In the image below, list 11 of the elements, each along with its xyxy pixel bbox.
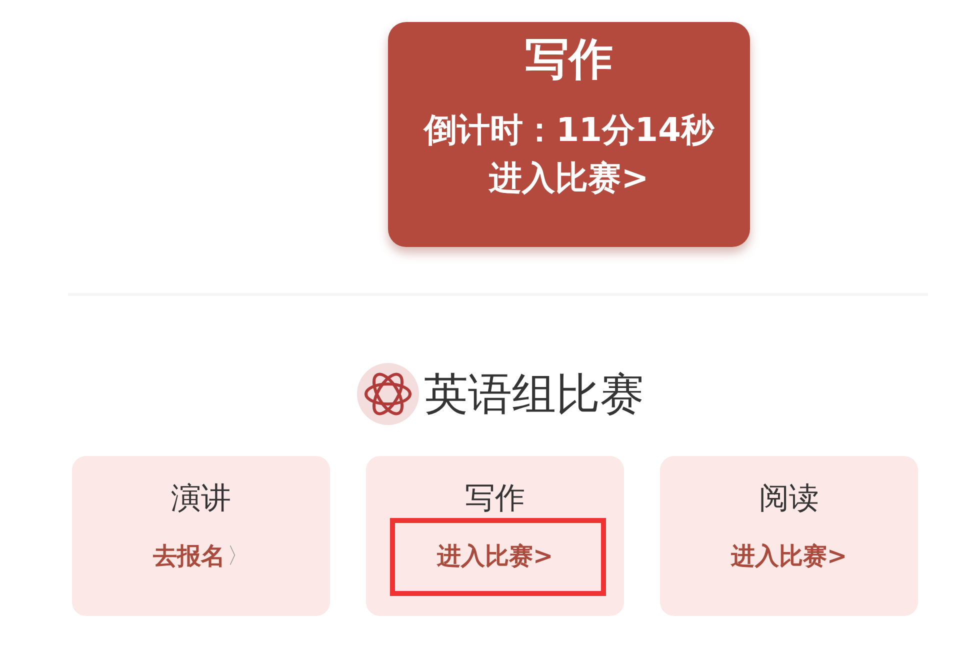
contest-link[interactable]: 进入比赛> bbox=[436, 540, 554, 572]
section-title: 英语组比赛 bbox=[424, 368, 644, 422]
contest-title: 演讲 bbox=[171, 482, 231, 516]
contest-title: 阅读 bbox=[759, 482, 819, 516]
countdown-text: 倒计时：11分14秒 bbox=[424, 109, 714, 151]
contest-link[interactable]: 进入比赛> bbox=[730, 540, 848, 572]
enter-contest-link[interactable]: 进入比赛> bbox=[485, 156, 653, 201]
atom-logo-icon bbox=[356, 362, 420, 426]
contest-link[interactable]: 去报名〉 bbox=[153, 540, 249, 572]
contest-title: 写作 bbox=[465, 482, 525, 516]
card-title: 写作 bbox=[525, 33, 613, 87]
